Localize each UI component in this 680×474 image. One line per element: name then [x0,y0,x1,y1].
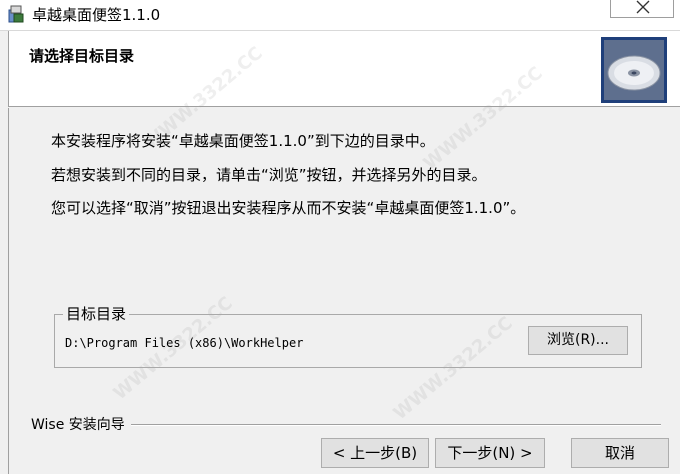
cancel-button[interactable]: 取消 [571,438,669,468]
browse-button[interactable]: 浏览(R)... [528,326,628,355]
page-title: 请选择目标目录 [29,47,135,65]
next-button[interactable]: 下一步(N) > [435,438,545,468]
destination-group-label: 目标目录 [63,303,130,324]
destination-path: D:\Program Files (x86)\WorkHelper [65,336,304,350]
instruction-text: 您可以选择“取消”按钮退出安装程序从而不安装“卓越桌面便签1.1.0”。 [51,199,526,217]
destination-group: 目标目录 D:\Program Files (x86)\WorkHelper 浏… [54,303,642,368]
close-icon [636,0,650,14]
cd-disc-icon [601,37,667,103]
window-title: 卓越桌面便签1.1.0 [32,6,161,24]
wizard-content: WWW.3322.CC WWW.3322.CC WWW.3322.CC WWW.… [8,43,680,474]
back-button[interactable]: < 上一步(B) [321,438,429,468]
installer-icon [8,5,24,23]
instruction-text: 本安装程序将安装“卓越桌面便签1.1.0”到下边的目录中。 [51,132,435,150]
wizard-header: 请选择目标目录 [8,31,680,107]
close-button[interactable] [610,0,674,18]
installer-window: 卓越桌面便签1.1.0 请选择目标目录 WWW.3322.CC WWW.3322… [0,0,680,474]
instruction-text: 若想安装到不同的目录，请单击“浏览”按钮，并选择另外的目录。 [51,166,487,184]
wizard-brand: Wise 安装向导 [31,414,131,434]
title-bar: 卓越桌面便签1.1.0 [0,0,680,31]
